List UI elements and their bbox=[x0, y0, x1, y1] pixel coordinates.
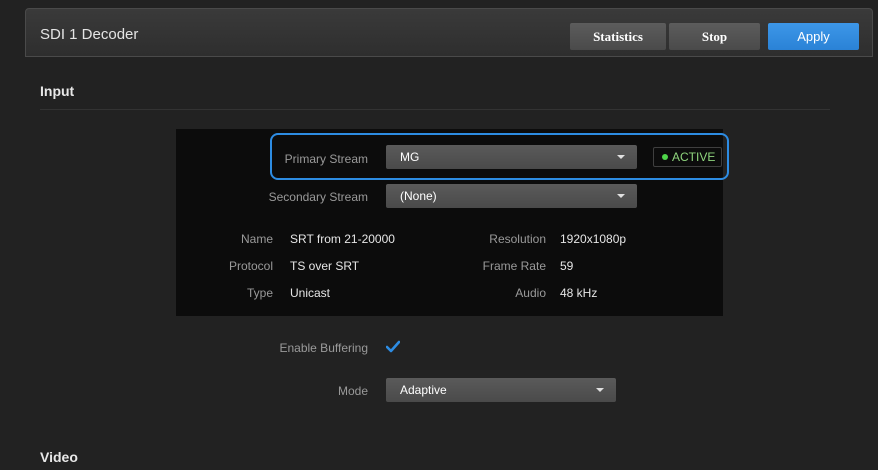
apply-button[interactable]: Apply bbox=[768, 23, 859, 50]
name-value: SRT from 21-20000 bbox=[290, 232, 395, 246]
active-dot-icon bbox=[662, 154, 668, 160]
type-label: Type bbox=[246, 286, 273, 300]
mode-select[interactable]: Adaptive bbox=[386, 378, 616, 402]
name-label: Name bbox=[240, 232, 273, 246]
enable-buffering-checkbox[interactable] bbox=[386, 340, 400, 354]
frame-rate-value: 59 bbox=[560, 259, 574, 273]
protocol-value: TS over SRT bbox=[290, 259, 360, 273]
primary-stream-label: Primary Stream bbox=[284, 152, 368, 166]
stop-button[interactable]: Stop bbox=[669, 23, 760, 50]
status-badge-text: ACTIVE bbox=[672, 150, 716, 164]
frame-rate-label: Frame Rate bbox=[482, 259, 546, 273]
primary-stream-value: MG bbox=[400, 150, 420, 164]
protocol-label: Protocol bbox=[228, 259, 273, 273]
status-badge: ACTIVE bbox=[653, 147, 722, 167]
resolution-value: 1920x1080p bbox=[560, 232, 627, 246]
resolution-label: Resolution bbox=[489, 232, 546, 246]
secondary-stream-select[interactable]: (None) bbox=[386, 184, 637, 208]
statistics-button[interactable]: Statistics bbox=[570, 23, 666, 50]
section-divider bbox=[40, 109, 830, 110]
header-bar: SDI 1 Decoder Statistics Stop Apply bbox=[25, 8, 873, 57]
input-section-title: Input bbox=[40, 83, 75, 99]
type-value: Unicast bbox=[290, 286, 331, 300]
audio-value: 48 kHz bbox=[560, 286, 598, 300]
chevron-down-icon bbox=[596, 388, 604, 392]
decoder-page: SDI 1 Decoder Statistics Stop Apply Inpu… bbox=[0, 0, 878, 470]
secondary-stream-value: (None) bbox=[400, 189, 437, 203]
mode-value: Adaptive bbox=[400, 383, 447, 397]
enable-buffering-label: Enable Buffering bbox=[279, 341, 368, 355]
audio-label: Audio bbox=[515, 286, 546, 300]
chevron-down-icon bbox=[617, 194, 625, 198]
mode-label: Mode bbox=[337, 384, 368, 398]
page-title: SDI 1 Decoder bbox=[40, 26, 139, 43]
primary-stream-select[interactable]: MG bbox=[386, 145, 637, 169]
video-section-title: Video bbox=[40, 449, 78, 465]
chevron-down-icon bbox=[617, 155, 625, 159]
secondary-stream-label: Secondary Stream bbox=[268, 190, 368, 204]
